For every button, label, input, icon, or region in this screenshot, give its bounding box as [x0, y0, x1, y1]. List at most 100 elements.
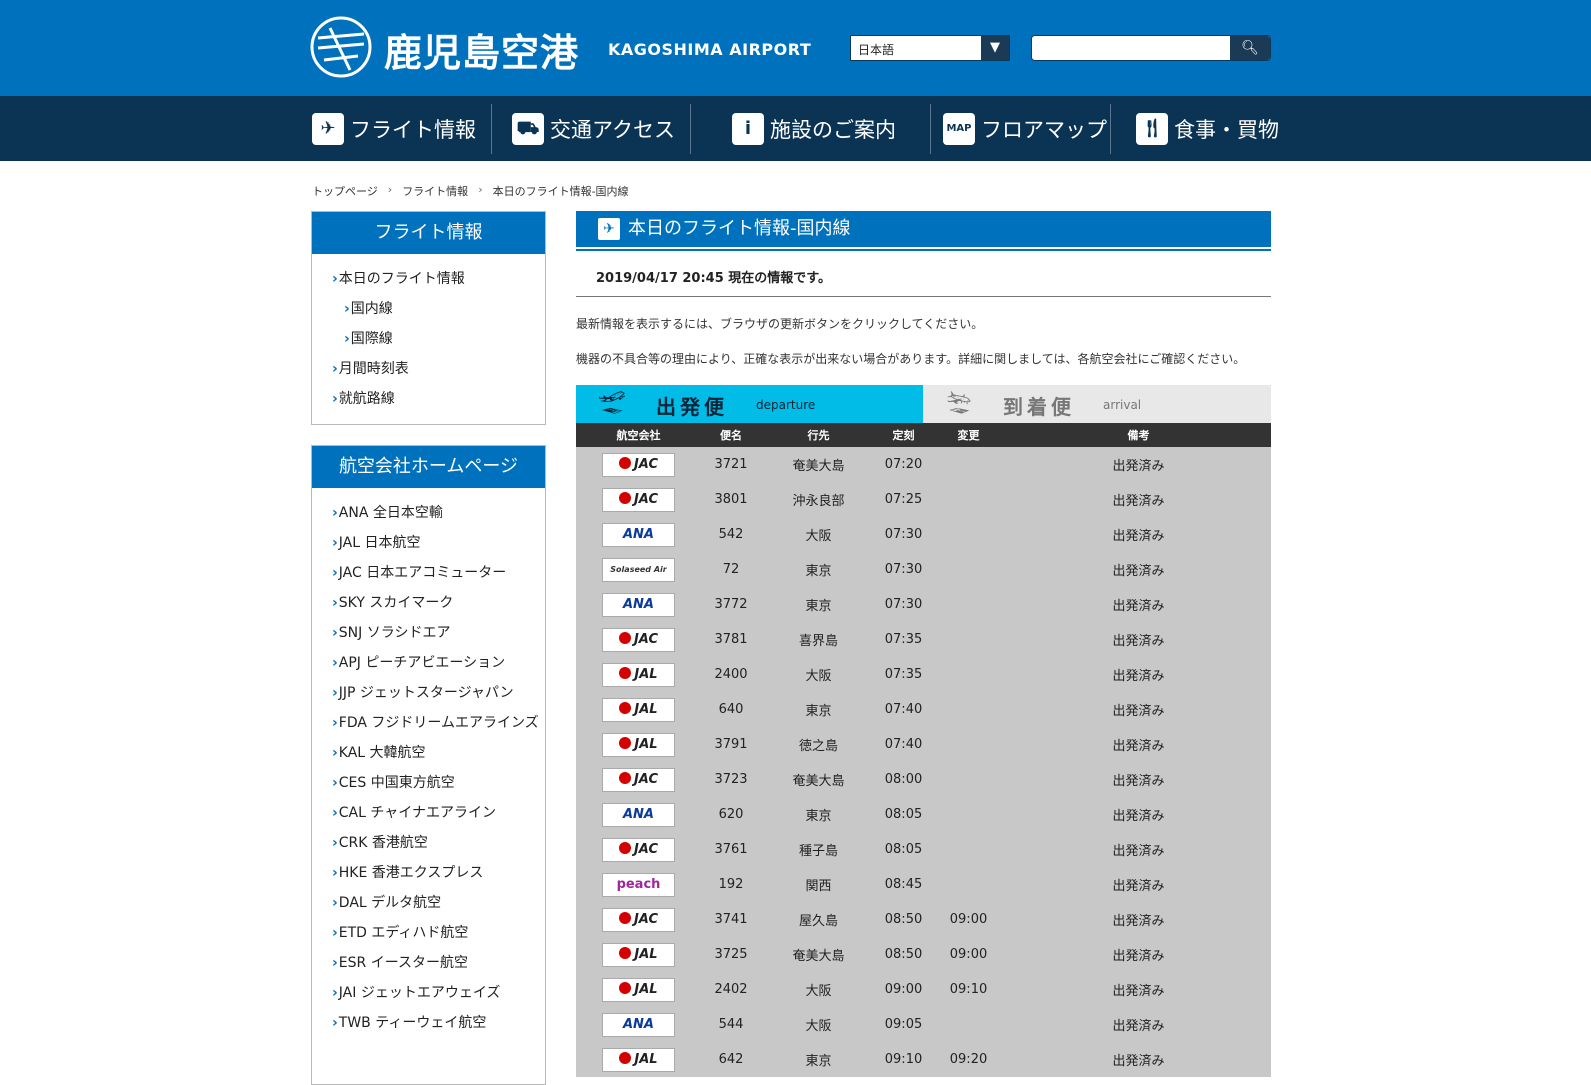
tab-departure[interactable]: 🛫︎ 出発便 departure — [576, 385, 923, 423]
airline-link[interactable]: ›KAL 大韓航空 — [332, 738, 545, 768]
breadcrumb-home[interactable]: トップページ — [312, 183, 378, 199]
cell-note: 出発済み — [1006, 762, 1271, 797]
site-title[interactable]: 鹿児島空港 — [384, 22, 579, 77]
chevron-right-icon: › — [344, 331, 350, 347]
chevron-right-icon: › — [332, 565, 338, 581]
airline-link[interactable]: ›JAC 日本エアコミューター — [332, 558, 545, 588]
cell-dest: 徳之島 — [761, 727, 876, 762]
table-row: ANA 544 大阪 09:05 出発済み — [576, 1007, 1271, 1042]
sidebar-item-domestic[interactable]: ›国内線 — [332, 294, 545, 324]
table-row: JAL 2402 大阪 09:00 09:10 出発済み — [576, 972, 1271, 1007]
nav-facilities[interactable]: i 施設のご案内 — [732, 96, 896, 161]
cell-dest: 奄美大島 — [761, 447, 876, 482]
airline-link[interactable]: ›ESR イースター航空 — [332, 948, 545, 978]
sidebar-item-international[interactable]: ›国際線 — [332, 324, 545, 354]
cell-flight: 620 — [701, 797, 761, 832]
airline-link[interactable]: ›APJ ピーチアビエーション — [332, 648, 545, 678]
search-icon[interactable]: 🔍︎ — [1230, 36, 1270, 60]
cell-change: 09:00 — [931, 937, 1006, 972]
nav-flight-info[interactable]: ✈ フライト情報 — [312, 96, 476, 161]
col-scheduled: 定刻 — [876, 423, 931, 447]
chevron-right-icon: › — [332, 745, 338, 761]
table-row: JAC 3801 沖永良部 07:25 出発済み — [576, 482, 1271, 517]
airline-logo-icon: ANA — [602, 592, 675, 617]
chevron-down-icon[interactable]: ▼ — [981, 36, 1009, 60]
airline-link[interactable]: ›TWB ティーウェイ航空 — [332, 1008, 545, 1038]
chevron-right-icon: › — [332, 985, 338, 1001]
chevron-right-icon: › — [332, 271, 338, 287]
airline-link[interactable]: ›JAL 日本航空 — [332, 528, 545, 558]
table-row: JAC 3721 奄美大島 07:20 出発済み — [576, 447, 1271, 482]
cell-change — [931, 587, 1006, 622]
col-flight: 便名 — [701, 423, 761, 447]
cell-note: 出発済み — [1006, 622, 1271, 657]
language-select[interactable]: 日本語 ▼ — [850, 35, 1010, 61]
cell-flight: 2400 — [701, 657, 761, 692]
airline-logo-icon: JAL — [602, 1047, 675, 1072]
cell-flight: 3741 — [701, 902, 761, 937]
cell-flight: 3781 — [701, 622, 761, 657]
chevron-right-icon: › — [332, 775, 338, 791]
cell-dest: 東京 — [761, 797, 876, 832]
cell-flight: 3772 — [701, 587, 761, 622]
chevron-right-icon: › — [332, 595, 338, 611]
cell-flight: 3791 — [701, 727, 761, 762]
airline-link[interactable]: ›ANA 全日本空輸 — [332, 498, 545, 528]
breadcrumb-flight[interactable]: フライト情報 — [402, 183, 468, 199]
main-content: ✈ 本日のフライト情報-国内線 2019/04/17 20:45 現在の情報です… — [576, 211, 1271, 1077]
cell-dest: 大阪 — [761, 972, 876, 1007]
dining-icon: 🍴︎ — [1136, 112, 1168, 145]
cell-sched: 07:40 — [876, 727, 931, 762]
airline-link[interactable]: ›SNJ ソラシドエア — [332, 618, 545, 648]
search-input[interactable] — [1032, 36, 1232, 60]
cell-sched: 07:35 — [876, 657, 931, 692]
airline-logo-icon: JAC — [602, 907, 675, 932]
airline-logo-icon: JAL — [602, 732, 675, 757]
airport-logo-icon[interactable] — [310, 16, 372, 78]
cell-flight: 542 — [701, 517, 761, 552]
info-icon: i — [732, 112, 764, 145]
airline-link[interactable]: ›FDA フジドリームエアラインズ — [332, 708, 545, 738]
nav-access[interactable]: ⛟ 交通アクセス — [512, 96, 675, 161]
nav-dining[interactable]: 🍴︎ 食事・買物 — [1136, 96, 1279, 161]
cell-change — [931, 622, 1006, 657]
cell-note: 出発済み — [1006, 937, 1271, 972]
cell-note: 出発済み — [1006, 832, 1271, 867]
airline-logo-icon: JAL — [602, 942, 675, 967]
airline-link[interactable]: ›ETD エディハド航空 — [332, 918, 545, 948]
cell-flight: 3725 — [701, 937, 761, 972]
col-destination: 行先 — [761, 423, 876, 447]
cell-dest: 大阪 — [761, 657, 876, 692]
cell-note: 出発済み — [1006, 517, 1271, 552]
arrival-icon: 🛬︎ — [945, 391, 973, 416]
chevron-right-icon: › — [344, 301, 350, 317]
airline-link[interactable]: ›HKE 香港エクスプレス — [332, 858, 545, 888]
airline-link[interactable]: ›SKY スカイマーク — [332, 588, 545, 618]
airline-link[interactable]: ›CRK 香港航空 — [332, 828, 545, 858]
cell-flight: 3721 — [701, 447, 761, 482]
col-remarks: 備考 — [1006, 423, 1271, 447]
airline-logo-icon: ANA — [602, 802, 675, 827]
sidebar-item-today[interactable]: ›本日のフライト情報 — [332, 264, 545, 294]
chevron-right-icon: › — [332, 955, 338, 971]
cell-change — [931, 447, 1006, 482]
airline-link[interactable]: ›JAI ジェットエアウェイズ — [332, 978, 545, 1008]
cell-note: 出発済み — [1006, 902, 1271, 937]
table-row: ANA 3772 東京 07:30 出発済み — [576, 587, 1271, 622]
breadcrumb-current: 本日のフライト情報-国内線 — [492, 185, 629, 198]
sidebar-item-monthly[interactable]: ›月間時刻表 — [332, 354, 545, 384]
sidebar-item-routes[interactable]: ›就航路線 — [332, 384, 545, 414]
cell-note: 出発済み — [1006, 972, 1271, 1007]
tab-arrival[interactable]: 🛬︎ 到着便 arrival — [923, 385, 1271, 423]
sidebar-flight-info: フライト情報 ›本日のフライト情報 ›国内線 ›国際線 ›月間時刻表 ›就航路線 — [311, 211, 546, 425]
airline-link[interactable]: ›JJP ジェットスタージャパン — [332, 678, 545, 708]
airline-link[interactable]: ›CES 中国東方航空 — [332, 768, 545, 798]
cell-sched: 08:50 — [876, 902, 931, 937]
car-icon: ⛟ — [512, 112, 544, 145]
airline-link[interactable]: ›CAL チャイナエアライン — [332, 798, 545, 828]
airline-link[interactable]: ›DAL デルタ航空 — [332, 888, 545, 918]
cell-note: 出発済み — [1006, 797, 1271, 832]
nav-floor-map[interactable]: MAP フロアマップ — [943, 96, 1107, 161]
table-row: JAC 3723 奄美大島 08:00 出発済み — [576, 762, 1271, 797]
airline-logo-icon: JAC — [602, 767, 675, 792]
